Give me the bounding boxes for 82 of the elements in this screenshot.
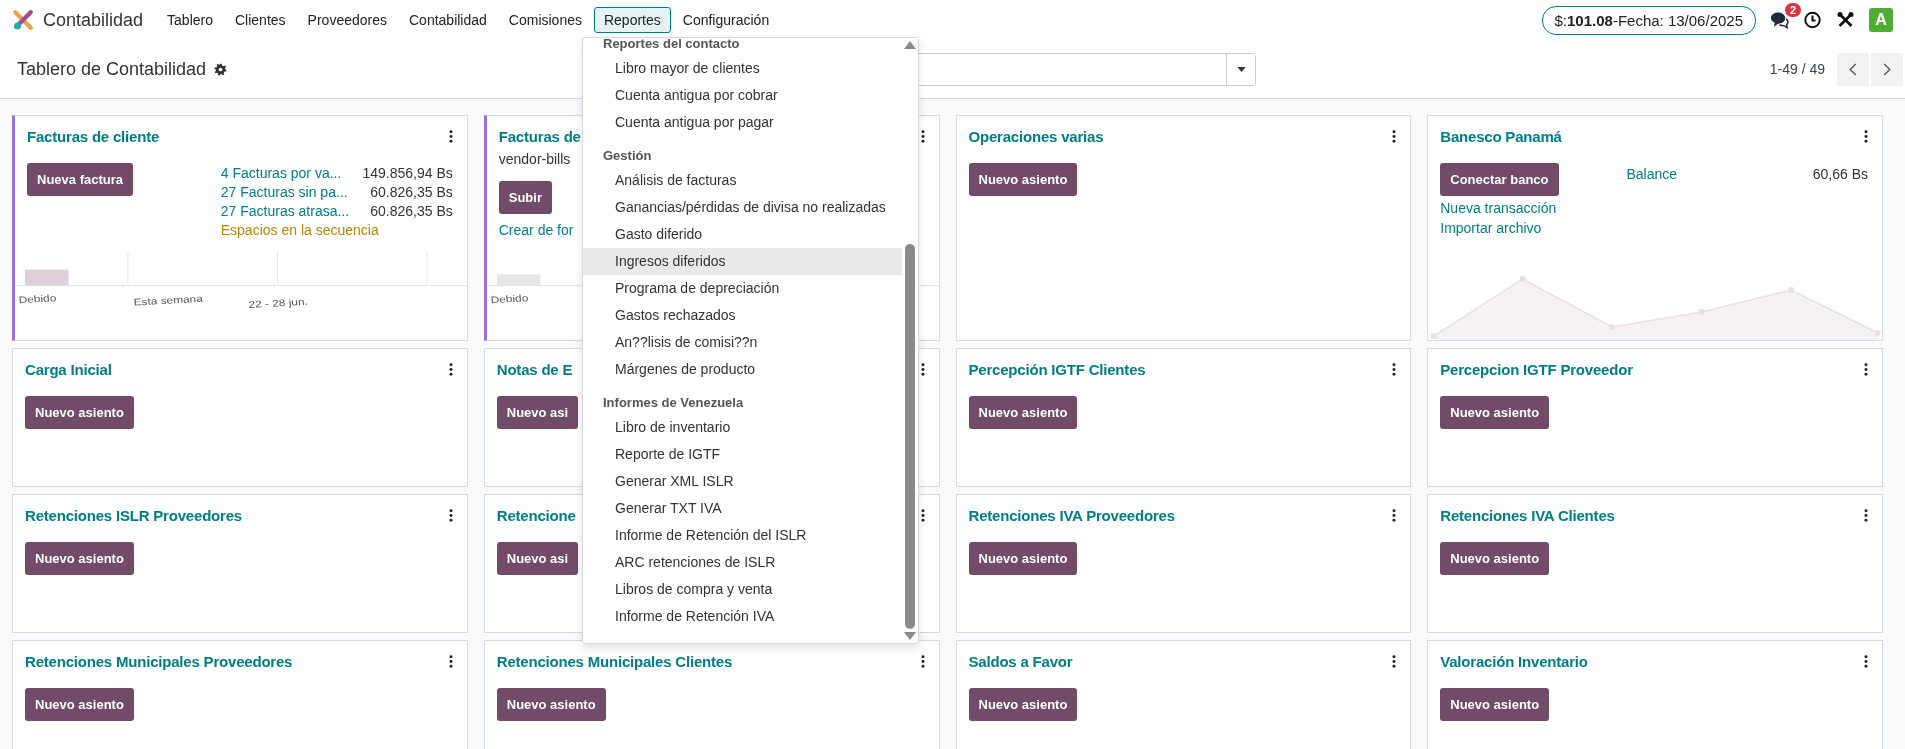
menu-item[interactable]: Gasto diferido (583, 221, 902, 248)
nav-menu-item[interactable]: Comisiones (498, 7, 592, 33)
bank-action-link[interactable]: Nueva transacción (1440, 200, 1557, 216)
journal-title[interactable]: Retenciones IVA Clientes (1440, 506, 1615, 524)
chart-axis-label: Esta semana (133, 292, 204, 308)
invoice-stat-link[interactable]: 4 Facturas por va... (220, 165, 342, 181)
menu-item[interactable]: Ingresos diferidos (583, 248, 902, 275)
journal-title[interactable]: Retenciones Municipales Proveedores (25, 652, 293, 670)
new-entry-button[interactable]: Nuevo asiento (1440, 542, 1550, 575)
journal-title[interactable]: Saldos a Favor (968, 652, 1073, 670)
nav-menu-item[interactable]: Configuración (672, 7, 780, 33)
menu-item[interactable]: An??lisis de comisi??n (583, 329, 902, 356)
journal-title[interactable]: Carga Inicial (25, 360, 112, 378)
bank-action-link[interactable]: Importar archivo (1440, 220, 1542, 236)
journal-title[interactable]: Facturas de cliente (27, 127, 160, 145)
new-entry-button[interactable]: Nuevo asi (496, 396, 579, 429)
menu-item[interactable]: Generar XML ISLR (583, 468, 902, 495)
chart-axis-label: 22 - 28 jun. (248, 295, 309, 310)
notification-badge: 2 (1784, 3, 1801, 17)
stat-amount: 149.856,94 Bs (362, 165, 453, 181)
menu-section-header: Reportes del contacto (602, 38, 741, 53)
journal-title[interactable]: Valoración Inventario (1440, 652, 1588, 670)
menu-item[interactable]: Informe de Retención IVA (583, 603, 902, 630)
journal-title[interactable]: Retenciones IVA Proveedores (968, 506, 1175, 524)
new-entry-button[interactable]: Nuevo asiento (968, 396, 1078, 429)
invoice-stat-link[interactable]: 27 Facturas atrasa... (220, 203, 350, 219)
new-entry-button[interactable]: Nuevo asiento (25, 542, 134, 575)
menu-item[interactable]: Informe de Retención del ISLR (583, 522, 902, 549)
menu-item[interactable]: Ganancias/pérdidas de divisa no realizadas (583, 194, 902, 221)
menu-item[interactable]: Cuenta antigua por cobrar (583, 82, 902, 109)
pager-value: 1-49 / 49 (1769, 61, 1825, 77)
invoice-stat-link[interactable]: 27 Facturas sin pa... (220, 184, 348, 200)
journal-title[interactable]: Retencione (496, 506, 576, 524)
new-entry-button[interactable]: Nuevo asiento (968, 542, 1078, 575)
balance-amount: 60,66 Bs (1812, 166, 1868, 182)
new-invoice-button[interactable]: Nueva factura (27, 163, 133, 196)
new-entry-button[interactable]: Nuevo asiento (1440, 396, 1550, 429)
journal-title[interactable]: Notas de E (496, 360, 573, 378)
nav-menu-item[interactable]: Proveedores (297, 7, 397, 33)
new-entry-button[interactable]: Nuevo asiento (496, 688, 606, 721)
menu-item[interactable]: Libro de inventario (583, 414, 902, 441)
menu-section-header: Gestión (602, 147, 653, 165)
new-entry-button[interactable]: Nuevo asiento (25, 396, 134, 429)
balance-link[interactable]: Balance (1626, 166, 1678, 182)
nav-menu-item[interactable]: Contabilidad (399, 7, 497, 33)
page-title: Tablero de Contabilidad (17, 58, 207, 80)
app-name[interactable]: Contabilidad (43, 9, 144, 31)
nav-menu-item[interactable]: Reportes (593, 7, 671, 33)
menu-item[interactable]: Cuenta antigua por pagar (583, 109, 902, 136)
new-entry-button[interactable]: Nuevo asiento (968, 163, 1078, 196)
new-entry-button[interactable]: Nuevo asiento (25, 688, 134, 721)
new-entry-button[interactable]: Nuevo asiento (1440, 688, 1550, 721)
menu-item[interactable]: Libro mayor de clientes (583, 55, 902, 82)
create-link[interactable]: Crear de for (498, 222, 574, 238)
connect-bank-button[interactable]: Conectar banco (1440, 163, 1559, 196)
menu-item[interactable]: Libros de compra y venta (583, 576, 902, 603)
menu-item[interactable]: ARC retenciones de ISLR (583, 549, 902, 576)
chart-axis-label: Debido (18, 292, 57, 305)
new-entry-button[interactable]: Nuevo asiento (968, 688, 1078, 721)
journal-title[interactable]: Operaciones varias (968, 127, 1104, 145)
journal-title[interactable]: Banesco Panamá (1440, 127, 1562, 145)
journal-title[interactable]: Facturas de (498, 127, 581, 145)
new-entry-button[interactable]: Nuevo asi (496, 542, 579, 575)
stat-amount: 60.826,35 Bs (370, 184, 453, 200)
stat-amount: 60.826,35 Bs (370, 203, 453, 219)
menu-item[interactable]: Márgenes de producto (583, 356, 902, 383)
upload-button[interactable]: Subir (498, 181, 552, 214)
chart-axis-label: Debido (489, 292, 529, 305)
exchange-rate-pill: $:101.08-Fecha: 13/06/2025 (1541, 5, 1756, 35)
nav-menu-item[interactable]: Tablero (157, 7, 223, 33)
menu-item[interactable]: Generar TXT IVA (583, 495, 902, 522)
menu-section-header: Informes de Venezuela (602, 394, 745, 412)
journal-title[interactable]: Retenciones Municipales Clientes (496, 652, 733, 670)
menu-item[interactable]: Reporte de IGTF (583, 441, 902, 468)
menu-item[interactable]: Gastos rechazados (583, 302, 902, 329)
menu-item[interactable]: Análisis de facturas (583, 167, 902, 194)
journal-title[interactable]: Percepcion IGTF Proveedor (1440, 360, 1633, 378)
journal-title[interactable]: Retenciones ISLR Proveedores (25, 506, 242, 524)
menu-item[interactable]: Programa de depreciación (583, 275, 902, 302)
journal-alias: vendor-bills (498, 151, 571, 167)
journal-title[interactable]: Percepción IGTF Clientes (968, 360, 1146, 378)
nav-menu-item[interactable]: Clientes (225, 7, 296, 33)
